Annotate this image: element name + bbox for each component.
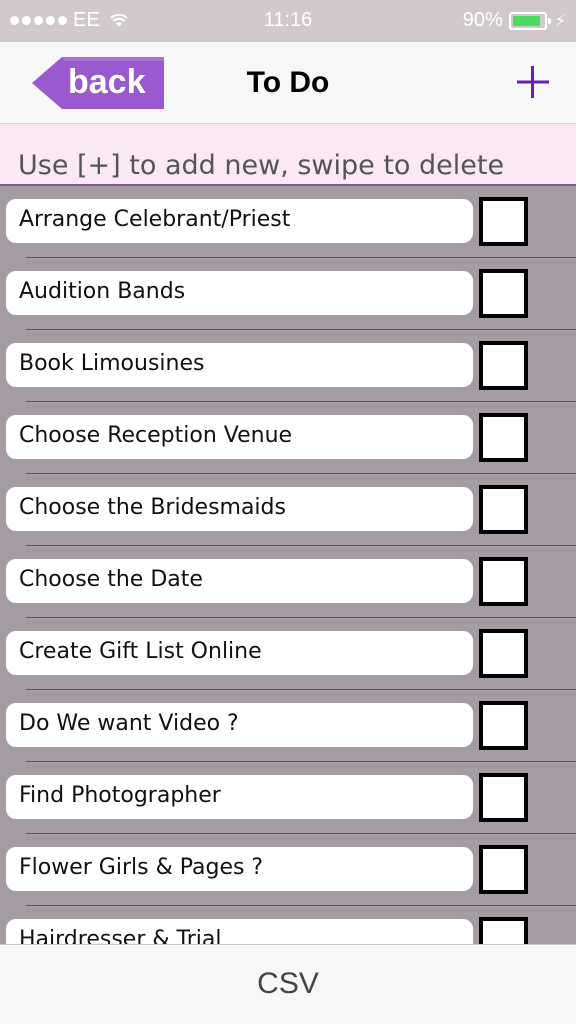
list-item[interactable]: Find Photographer: [0, 762, 576, 834]
todo-checkbox[interactable]: [479, 197, 528, 246]
nav-bar: back To Do: [0, 42, 576, 124]
battery-percent: 90%: [462, 9, 503, 31]
todo-item-button[interactable]: Hairdresser & Trial: [6, 919, 473, 944]
todo-item-button[interactable]: Choose the Bridesmaids: [6, 487, 473, 531]
todo-item-button[interactable]: Arrange Celebrant/Priest: [6, 199, 473, 243]
hint-bar: Use [+] to add new, swipe to delete: [0, 124, 576, 186]
back-button[interactable]: back: [32, 57, 164, 109]
todo-item-button[interactable]: Flower Girls & Pages ?: [6, 847, 473, 891]
todo-item-label: Choose the Bridesmaids: [19, 495, 286, 520]
list-item[interactable]: Choose the Date: [0, 546, 576, 618]
todo-item-label: Audition Bands: [19, 279, 186, 304]
todo-checkbox[interactable]: [479, 413, 528, 462]
bottom-toolbar: CSV: [0, 944, 576, 1024]
todo-checkbox[interactable]: [479, 269, 528, 318]
plus-icon: [517, 66, 549, 98]
todo-item-label: Book Limousines: [19, 351, 205, 376]
status-right: 90% ⚡: [463, 9, 566, 32]
screen: EE 11:16 90% ⚡ back To Do Use [+] to add…: [0, 0, 576, 1024]
todo-item-button[interactable]: Choose the Date: [6, 559, 473, 603]
list-item[interactable]: Hairdresser & Trial: [0, 906, 576, 944]
todo-item-button[interactable]: Audition Bands: [6, 271, 473, 315]
todo-item-label: Create Gift List Online: [19, 639, 262, 664]
todo-checkbox[interactable]: [479, 845, 528, 894]
add-button[interactable]: [510, 56, 556, 108]
todo-checkbox[interactable]: [479, 773, 528, 822]
page-title: To Do: [246, 66, 330, 99]
todo-checkbox[interactable]: [479, 557, 528, 606]
todo-checkbox[interactable]: [479, 629, 528, 678]
list-item[interactable]: Arrange Celebrant/Priest: [0, 186, 576, 258]
list-item[interactable]: Flower Girls & Pages ?: [0, 834, 576, 906]
status-bar: EE 11:16 90% ⚡: [0, 0, 576, 42]
todo-checkbox[interactable]: [479, 485, 528, 534]
list-item[interactable]: Do We want Video ?: [0, 690, 576, 762]
todo-list[interactable]: Arrange Celebrant/Priest Audition Bands Bo…: [0, 186, 576, 944]
todo-item-label: Hairdresser & Trial: [19, 927, 222, 944]
list-item[interactable]: Audition Bands: [0, 258, 576, 330]
todo-item-label: Flower Girls & Pages ?: [19, 855, 264, 880]
battery-icon: [508, 11, 551, 30]
todo-checkbox[interactable]: [479, 917, 528, 944]
todo-item-label: Choose Reception Venue: [19, 423, 293, 448]
todo-item-button[interactable]: Create Gift List Online: [6, 631, 473, 675]
todo-checkbox[interactable]: [479, 341, 528, 390]
charging-bolt-icon: ⚡: [554, 12, 566, 30]
todo-item-button[interactable]: Do We want Video ?: [6, 703, 473, 747]
back-label: back: [68, 63, 146, 101]
todo-checkbox[interactable]: [479, 701, 528, 750]
todo-item-label: Do We want Video ?: [19, 711, 239, 736]
list-item[interactable]: Create Gift List Online: [0, 618, 576, 690]
todo-item-button[interactable]: Book Limousines: [6, 343, 473, 387]
list-item[interactable]: Choose the Bridesmaids: [0, 474, 576, 546]
todo-item-button[interactable]: Choose Reception Venue: [6, 415, 473, 459]
list-item[interactable]: Choose Reception Venue: [0, 402, 576, 474]
todo-item-label: Find Photographer: [19, 783, 221, 808]
todo-item-button[interactable]: Find Photographer: [6, 775, 473, 819]
todo-item-label: Choose the Date: [19, 567, 203, 592]
list-item[interactable]: Book Limousines: [0, 330, 576, 402]
csv-button[interactable]: CSV: [0, 967, 576, 1001]
hint-text: Use [+] to add new, swipe to delete: [18, 150, 505, 181]
todo-item-label: Arrange Celebrant/Priest: [19, 207, 291, 232]
